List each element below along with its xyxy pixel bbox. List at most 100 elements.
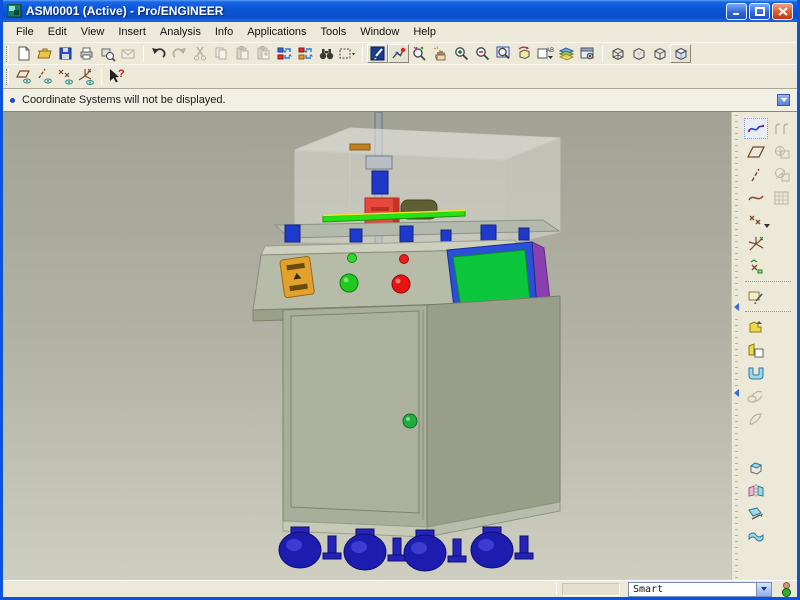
layers-button[interactable] — [556, 44, 577, 63]
menu-item-insert[interactable]: Insert — [111, 24, 153, 40]
find-button[interactable] — [316, 44, 337, 63]
menu-item-info[interactable]: Info — [208, 24, 240, 40]
selection-filter-dropdown-button[interactable] — [756, 583, 771, 596]
merge-tool-button[interactable] — [744, 526, 768, 547]
menu-item-help[interactable]: Help — [406, 24, 443, 40]
extrude-tool-button[interactable] — [744, 316, 768, 337]
hole-tool-button[interactable] — [770, 141, 794, 162]
title-bar[interactable]: ASM0001 (Active) - Pro/ENGINEER — [3, 0, 797, 22]
chamfer-tool-button[interactable] — [770, 164, 794, 185]
save-button[interactable] — [55, 44, 76, 63]
datum-planes-toggle[interactable] — [13, 67, 34, 86]
paste-button[interactable] — [232, 44, 253, 63]
sketch-tool-button[interactable] — [744, 286, 768, 307]
shaded-button[interactable] — [670, 44, 691, 63]
reorient-button[interactable] — [514, 44, 535, 63]
graphics-area[interactable] — [3, 112, 731, 580]
swept-blend-tool-button[interactable] — [744, 385, 768, 406]
menu-item-analysis[interactable]: Analysis — [153, 24, 208, 40]
toolbar-separator — [143, 46, 144, 62]
search-tool-button[interactable] — [409, 44, 430, 63]
menu-item-edit[interactable]: Edit — [41, 24, 74, 40]
revolve-tool-button[interactable] — [744, 339, 768, 360]
paste-special-button[interactable] — [253, 44, 274, 63]
email-button[interactable] — [118, 44, 139, 63]
boundary-blend-tool-button[interactable] — [744, 408, 768, 429]
door-knob[interactable] — [403, 414, 417, 428]
zoom-refit-button[interactable] — [493, 44, 514, 63]
red-push-button[interactable] — [392, 275, 410, 293]
datum-points-toggle[interactable] — [55, 67, 76, 86]
red-indicator-light[interactable] — [400, 255, 409, 264]
green-push-button[interactable] — [340, 274, 358, 292]
cabinet-door[interactable] — [291, 311, 419, 513]
caster-4[interactable] — [471, 527, 533, 568]
print-button[interactable] — [76, 44, 97, 63]
chevron-down-icon — [781, 98, 787, 102]
revolve-tool-icon — [747, 342, 765, 358]
maximize-button[interactable] — [749, 3, 770, 20]
menu-item-tools[interactable]: Tools — [314, 24, 354, 40]
collapse-handle-button[interactable] — [732, 386, 740, 400]
style-tool-button[interactable] — [744, 118, 768, 139]
cabinet-side[interactable] — [427, 296, 560, 527]
no-hidden-line-button[interactable] — [649, 44, 670, 63]
model-status-icon[interactable] — [780, 582, 792, 597]
toolbar-separator — [101, 69, 102, 85]
round-tool-button[interactable] — [770, 118, 794, 139]
assembly-model[interactable] — [3, 112, 731, 580]
datum-axes-toggle[interactable] — [34, 67, 55, 86]
datum-plane-tool-button[interactable] — [744, 141, 768, 162]
boundary-blend-icon — [747, 411, 765, 427]
close-button[interactable] — [772, 3, 793, 20]
trim-tool-button[interactable] — [744, 503, 768, 524]
context-help-button[interactable]: ? — [106, 67, 127, 86]
menu-item-view[interactable]: View — [74, 24, 112, 40]
menu-item-file[interactable]: File — [9, 24, 41, 40]
datum-axis-tool-button[interactable] — [744, 164, 768, 185]
toolbar-gripper[interactable] — [6, 69, 9, 85]
zoom-in-button[interactable] — [451, 44, 472, 63]
select-set-button[interactable] — [337, 44, 358, 63]
collapse-handle-button[interactable] — [732, 300, 740, 314]
redo-button[interactable] — [169, 44, 190, 63]
hidden-line-button[interactable] — [628, 44, 649, 63]
mirror-tool-button[interactable] — [744, 480, 768, 501]
pattern-tool-button[interactable] — [770, 187, 794, 208]
repaint-button[interactable] — [367, 44, 388, 63]
message-log-expand-button[interactable] — [777, 94, 790, 106]
zoom-out-button[interactable] — [472, 44, 493, 63]
orange-fitting[interactable] — [350, 144, 370, 150]
menu-item-applications[interactable]: Applications — [240, 24, 313, 40]
sketch-tool-icon — [747, 289, 765, 305]
sweep-tool-button[interactable] — [744, 362, 768, 383]
keypad[interactable] — [280, 256, 315, 298]
spin-center-button[interactable] — [388, 44, 409, 63]
wireframe-button[interactable] — [607, 44, 628, 63]
cut-button[interactable] — [190, 44, 211, 63]
new-button[interactable] — [13, 44, 34, 63]
offset-point-tool-button[interactable] — [744, 256, 768, 277]
green-indicator-light[interactable] — [348, 254, 357, 263]
selection-filter-combobox[interactable]: Smart — [628, 582, 772, 597]
datum-axis-icon — [747, 167, 765, 183]
custom-regenerate-button[interactable] — [295, 44, 316, 63]
saved-views-button[interactable]: AB — [535, 44, 556, 63]
copy-button[interactable] — [211, 44, 232, 63]
coordinate-system-tool-button[interactable] — [744, 233, 768, 254]
regenerate-button[interactable] — [274, 44, 295, 63]
sidebar-gripper[interactable] — [732, 112, 741, 580]
view-manager-button[interactable] — [577, 44, 598, 63]
print-preview-button[interactable] — [97, 44, 118, 63]
toolbar-gripper[interactable] — [6, 46, 9, 62]
empty-slot — [770, 526, 794, 547]
undo-button[interactable] — [148, 44, 169, 63]
datum-csys-toggle[interactable] — [76, 67, 97, 86]
offset-tool-button[interactable] — [744, 457, 768, 478]
pan-button[interactable] — [430, 44, 451, 63]
menu-item-window[interactable]: Window — [353, 24, 406, 40]
open-button[interactable] — [34, 44, 55, 63]
datum-point-tool-button[interactable] — [744, 210, 768, 231]
minimize-button[interactable] — [726, 3, 747, 20]
curve-tool-button[interactable] — [744, 187, 768, 208]
